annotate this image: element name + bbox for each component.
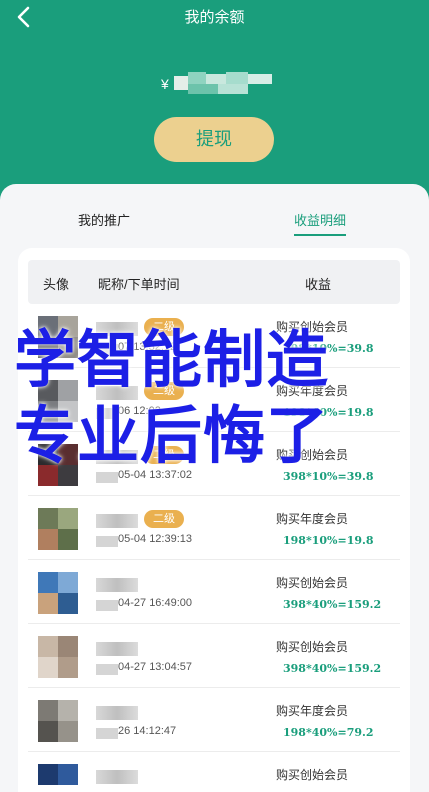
table-row[interactable]: 26 14:12:47 购买年度会员 198*40%=79.2 [28, 688, 400, 752]
avatar [38, 700, 78, 742]
column-header-avatar: 头像 [43, 277, 70, 292]
avatar [38, 508, 78, 550]
table-row[interactable]: 二级 06 12:02 购买年度会员 198*10%=19.8 [28, 368, 400, 432]
table-row[interactable]: 二级 05-04 13:37:02 购买创始会员 398*10%=39.8 [28, 432, 400, 496]
table-row[interactable]: 二级 05-04 12:39:13 购买年度会员 198*10%=19.8 [28, 496, 400, 560]
table-row[interactable]: 购买创始会员 [28, 752, 400, 792]
tab-my-promotion[interactable]: 我的推广 [78, 210, 130, 229]
income-calculation: 398*40%=159.2 [283, 598, 382, 611]
column-header-income: 收益 [305, 277, 332, 292]
income-calculation: 198*40%=79.2 [283, 726, 374, 739]
level-badge: 二级 [144, 382, 184, 400]
order-time: 07 13:32:12 [118, 341, 177, 353]
nickname-blurred [96, 450, 138, 464]
date-blurred [96, 728, 118, 739]
avatar [38, 316, 78, 358]
currency-symbol: ¥ [161, 76, 169, 92]
order-time: 05-04 12:39:13 [118, 533, 193, 545]
table-row[interactable]: 二级 07 13:32:12 购买创始会员 398*10%=39.8 [28, 304, 400, 368]
order-time: 26 14:12:47 [118, 725, 177, 737]
avatar [38, 380, 78, 422]
date-blurred [96, 472, 118, 483]
income-description: 购买创始会员 [276, 576, 349, 590]
avatar [38, 636, 78, 678]
income-description: 购买年度会员 [276, 704, 349, 718]
balance-amount-blurred [174, 72, 274, 94]
date-blurred [96, 408, 118, 419]
date-blurred [96, 536, 118, 547]
income-description: 购买年度会员 [276, 512, 349, 526]
income-calculation: 198*10%=19.8 [283, 534, 374, 547]
income-description: 购买创始会员 [276, 448, 349, 462]
income-calculation: 398*10%=39.8 [283, 470, 374, 483]
income-description: 购买创始会员 [276, 320, 349, 334]
order-time: 04-27 13:04:57 [118, 661, 193, 673]
nickname-blurred [96, 578, 138, 592]
avatar [38, 572, 78, 614]
balance-display: ¥ [0, 66, 429, 96]
income-table: 头像 昵称/下单时间 收益 二级 07 13:32:12 购买创始会员 398*… [18, 248, 410, 792]
income-calculation: 398*40%=159.2 [283, 662, 382, 675]
date-blurred [96, 344, 118, 355]
table-row[interactable]: 04-27 13:04:57 购买创始会员 398*40%=159.2 [28, 624, 400, 688]
income-calculation: 398*10%=39.8 [283, 342, 374, 355]
header: 我的余额 ¥ 提现 [0, 0, 429, 200]
nickname-blurred [96, 706, 138, 720]
order-time: 05-04 13:37:02 [118, 469, 193, 481]
column-header-name-time: 昵称/下单时间 [98, 277, 180, 292]
income-calculation: 198*10%=19.8 [283, 406, 374, 419]
nickname-blurred [96, 770, 138, 784]
avatar [38, 764, 78, 792]
avatar [38, 444, 78, 486]
tab-bar: 我的推广 收益明细 [0, 210, 429, 238]
page-title: 我的余额 [184, 9, 245, 26]
table-header: 头像 昵称/下单时间 收益 [28, 260, 400, 304]
nickname-blurred [96, 514, 138, 528]
withdraw-button[interactable]: 提现 [154, 117, 274, 162]
tab-income-details[interactable]: 收益明细 [294, 210, 347, 236]
income-description: 购买创始会员 [276, 640, 349, 654]
table-body: 二级 07 13:32:12 购买创始会员 398*10%=39.8 二级 06… [28, 304, 400, 792]
order-time: 06 12:02 [118, 405, 161, 417]
level-badge: 二级 [144, 318, 184, 336]
date-blurred [96, 664, 118, 675]
level-badge: 二级 [144, 510, 184, 528]
content-panel: 我的推广 收益明细 头像 昵称/下单时间 收益 二级 07 13:32:12 购… [0, 184, 429, 792]
table-row[interactable]: 04-27 16:49:00 购买创始会员 398*40%=159.2 [28, 560, 400, 624]
nickname-blurred [96, 386, 138, 400]
income-description: 购买年度会员 [276, 384, 349, 398]
nickname-blurred [96, 322, 138, 336]
date-blurred [96, 600, 118, 611]
level-badge: 二级 [144, 446, 184, 464]
order-time: 04-27 16:49:00 [118, 597, 193, 609]
nickname-blurred [96, 642, 138, 656]
income-description: 购买创始会员 [276, 768, 349, 782]
